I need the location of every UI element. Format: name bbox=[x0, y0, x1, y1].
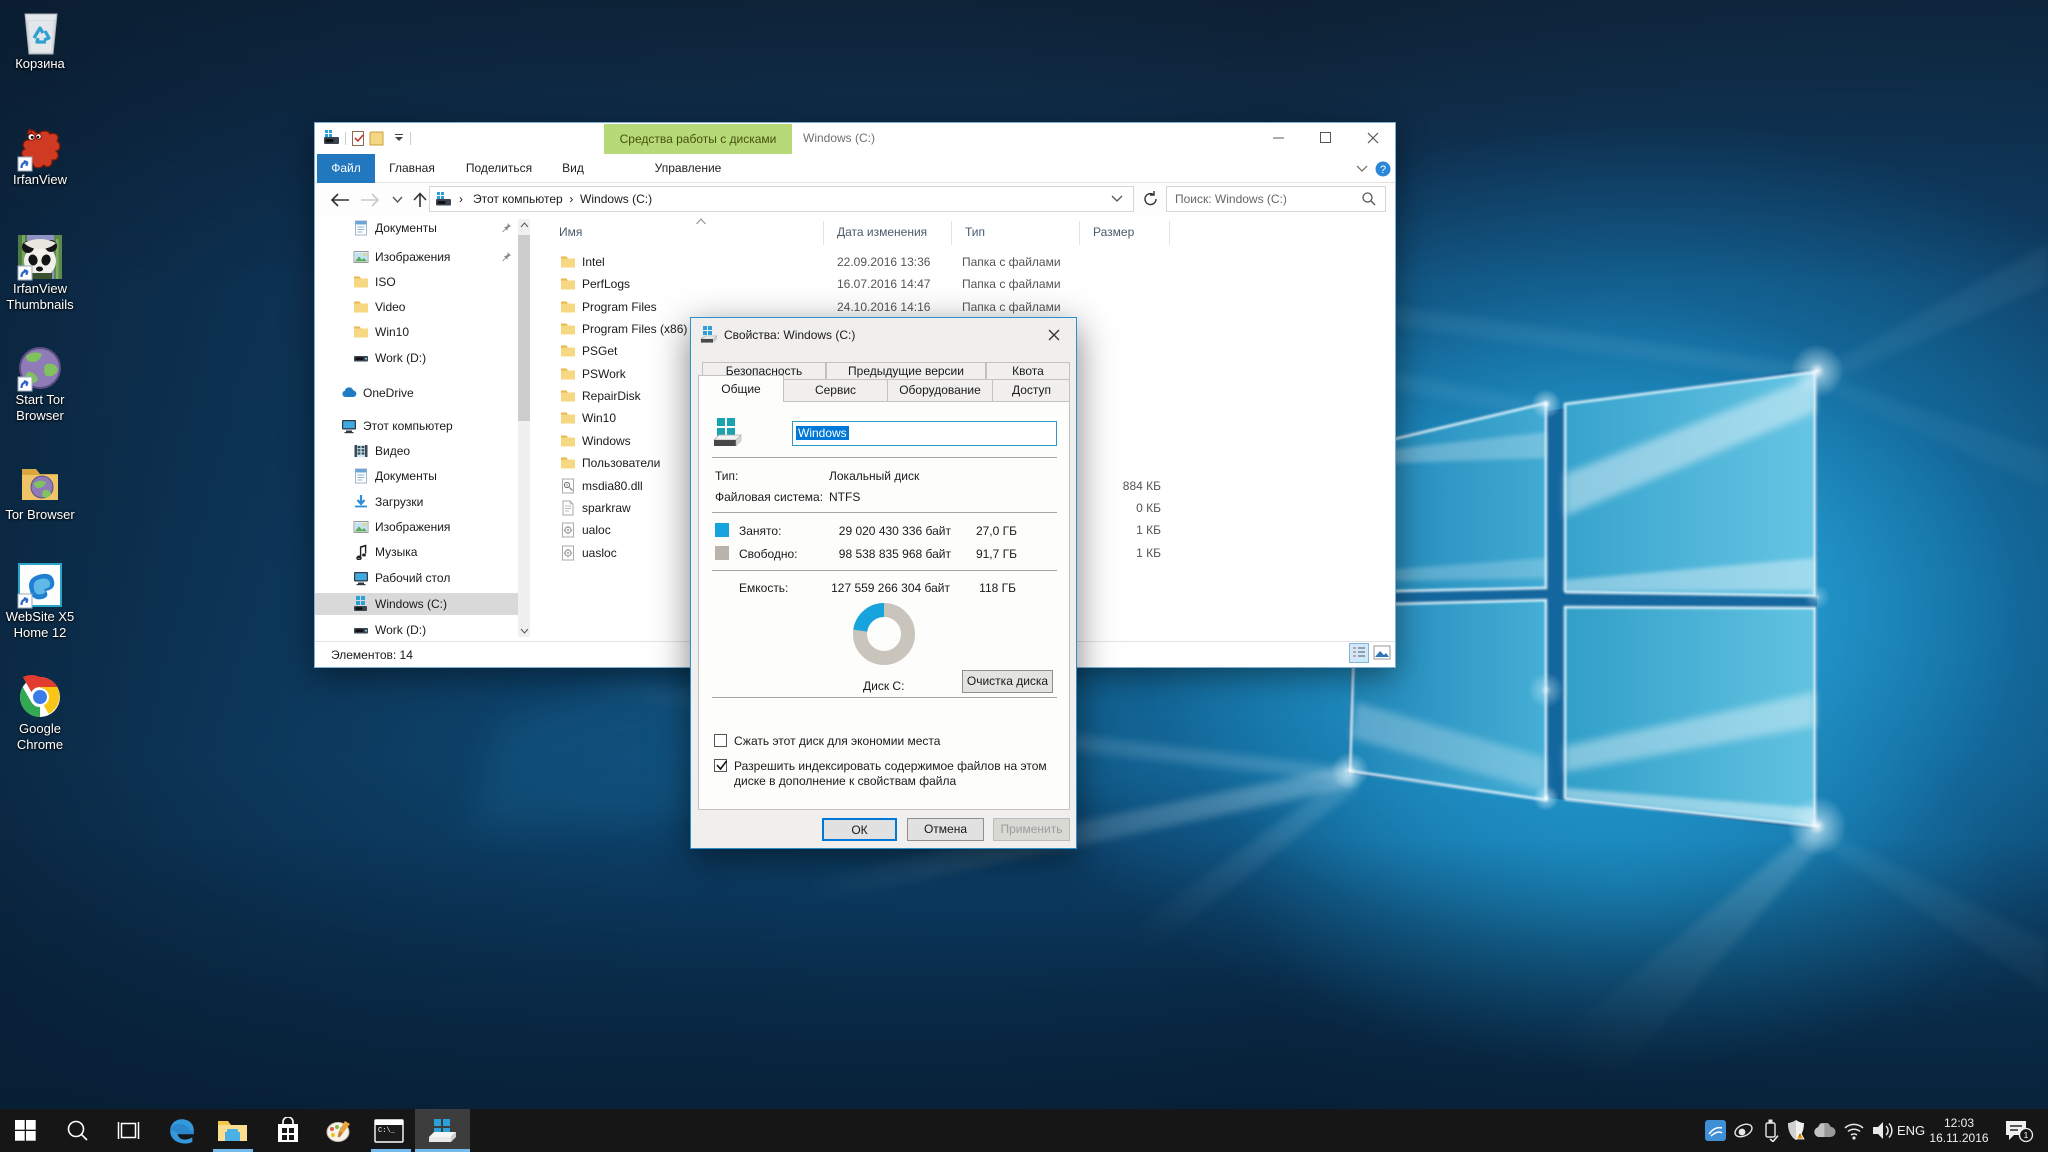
svg-text:?: ? bbox=[1380, 164, 1386, 176]
svg-text:1: 1 bbox=[2024, 1130, 2029, 1140]
svg-text:C:\_: C:\_ bbox=[378, 1127, 396, 1135]
